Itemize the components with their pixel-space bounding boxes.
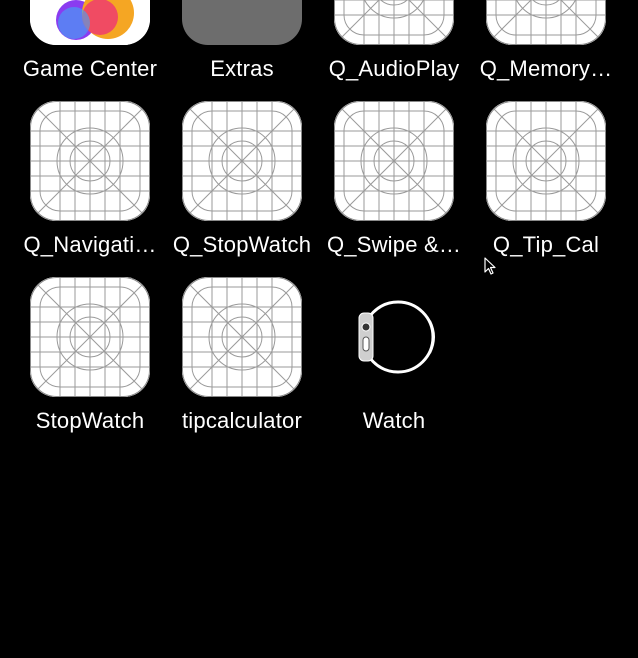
game-center-icon [30,0,150,45]
app-q-tip-cal[interactable]: Q_Tip_Cal [470,101,622,271]
app-label: Q_StopWatch [172,232,312,257]
app-label: tipcalculator [182,408,302,433]
placeholder-app-icon [182,277,302,397]
placeholder-app-icon [486,101,606,221]
placeholder-app-icon [30,101,150,221]
placeholder-app-icon [334,101,454,221]
app-label: Q_Navigati… [23,232,157,257]
app-label: Game Center [22,56,158,81]
mouse-cursor-icon [484,257,496,275]
app-label: Q_Memory… [479,56,613,81]
watch-icon [334,277,454,397]
app-label: Q_Tip_Cal [492,232,600,257]
app-label: StopWatch [35,408,145,433]
app-game-center[interactable]: Game Center [14,0,166,95]
placeholder-app-icon [182,101,302,221]
app-label: Extras [210,56,274,81]
placeholder-app-icon [334,0,454,45]
app-extras[interactable]: Extras [166,0,318,95]
app-q-memory[interactable]: Q_Memory… [470,0,622,95]
app-tipcalculator[interactable]: tipcalculator [166,277,318,447]
app-q-stopwatch[interactable]: Q_StopWatch [166,101,318,271]
app-q-navigation[interactable]: Q_Navigati… [14,101,166,271]
extras-folder-icon [182,0,302,45]
app-stopwatch[interactable]: StopWatch [14,277,166,447]
app-label: Q_Swipe &… [326,232,462,257]
app-q-audioplay[interactable]: Q_AudioPlay [318,0,470,95]
placeholder-app-icon [30,277,150,397]
placeholder-app-icon [486,0,606,45]
app-watch[interactable]: Watch [318,277,470,447]
app-label: Watch [362,408,426,433]
app-label: Q_AudioPlay [328,56,460,81]
app-q-swipe[interactable]: Q_Swipe &… [318,101,470,271]
